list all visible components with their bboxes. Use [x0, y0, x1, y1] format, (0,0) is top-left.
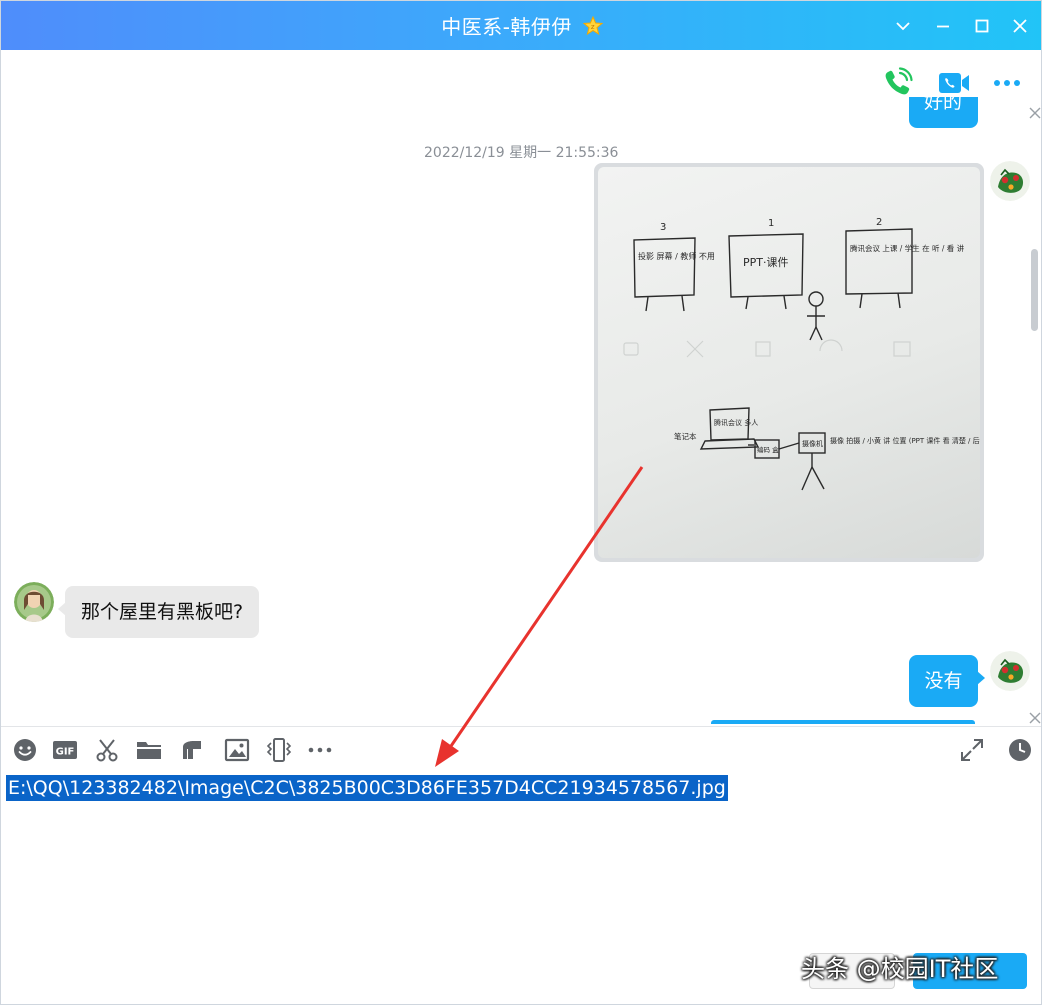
input-divider	[1, 726, 1041, 727]
music-note-icon[interactable]	[179, 737, 205, 763]
avatar[interactable]	[990, 651, 1030, 691]
laptop-label: 笔记本	[674, 431, 697, 441]
message-input-selected-text[interactable]: E:\QQ\123382482\Image\C2C\3825B00C3D86FE…	[6, 775, 728, 801]
close-icon	[1028, 710, 1041, 724]
image-icon[interactable]	[224, 737, 250, 763]
chevron-down-icon[interactable]	[891, 14, 915, 38]
voice-call-icon[interactable]	[881, 67, 915, 99]
svg-text:z: z	[591, 23, 595, 31]
chat-window: 中医系-韩伊伊 z 好的 2022/12/19 星期一 21:55:36 3 1…	[0, 0, 1042, 1005]
board-number: 1	[768, 218, 774, 229]
close-icon[interactable]	[1008, 14, 1032, 38]
more-icon[interactable]	[991, 67, 1025, 99]
window-title: 中医系-韩伊伊 z	[1, 11, 1041, 40]
board-right-label: 腾讯会议 上课 / 学生 在 听 / 看 讲	[850, 243, 965, 253]
contact-name: 中医系-韩伊伊	[441, 15, 572, 39]
encoder-label: 编码 盒	[757, 445, 779, 454]
message-bubble-outgoing[interactable]: 没有	[909, 655, 985, 707]
message-text: 好的	[924, 97, 963, 113]
whiteboard-sketch-photo[interactable]: 3 1 2 投影 屏幕 / 教师 不用 PPT·课件 腾讯会议 上课 / 学生 …	[598, 167, 980, 558]
message-timestamp: 2022/12/19 星期一 21:55:36	[424, 145, 619, 161]
maximize-icon[interactable]	[970, 14, 994, 38]
message-bubble-outgoing[interactable]: 好的	[909, 97, 978, 128]
svg-text:GIF: GIF	[56, 747, 75, 758]
screenshot-scissors-icon[interactable]	[94, 737, 120, 763]
board-number: 2	[876, 217, 882, 228]
image-message[interactable]: 3 1 2 投影 屏幕 / 教师 不用 PPT·课件 腾讯会议 上课 / 学生 …	[594, 163, 984, 562]
expand-icon[interactable]	[959, 737, 985, 763]
gif-icon[interactable]: GIF	[52, 737, 78, 763]
watermark: 头条 @校园IT社区	[801, 955, 999, 983]
laptop-screen-label: 腾讯会议 多人	[714, 418, 758, 427]
more-icon[interactable]	[307, 737, 333, 763]
history-clock-icon[interactable]	[1007, 737, 1033, 763]
avatar[interactable]	[14, 582, 54, 622]
star-badge-icon: z	[582, 15, 604, 36]
close-icon	[1028, 105, 1041, 119]
board-center-label: PPT·课件	[743, 256, 788, 269]
chat-scrollbar-thumb[interactable]	[1031, 249, 1038, 331]
camera-label: 摄像机	[802, 439, 823, 448]
message-bubble-outgoing[interactable]	[711, 720, 975, 724]
message-text: 那个屋里有黑板吧?	[81, 601, 244, 623]
emoji-icon[interactable]	[12, 737, 38, 763]
video-call-icon[interactable]	[937, 67, 971, 99]
board-number: 3	[660, 222, 666, 233]
message-bubble-incoming[interactable]: 那个屋里有黑板吧?	[57, 586, 260, 638]
shake-window-icon[interactable]	[266, 737, 292, 763]
folder-icon[interactable]	[136, 737, 162, 763]
camera-note-label: 摄像 拍摄 / 小黄 讲 位置 (PPT 课件 看 清楚 / 后期 编辑 加入)	[830, 436, 980, 445]
board-left-label: 投影 屏幕 / 教师 不用	[638, 251, 715, 261]
minimize-icon[interactable]	[931, 14, 955, 38]
message-text: 没有	[924, 670, 963, 692]
avatar[interactable]	[990, 161, 1030, 201]
title-bar[interactable]: 中医系-韩伊伊 z	[1, 1, 1041, 50]
